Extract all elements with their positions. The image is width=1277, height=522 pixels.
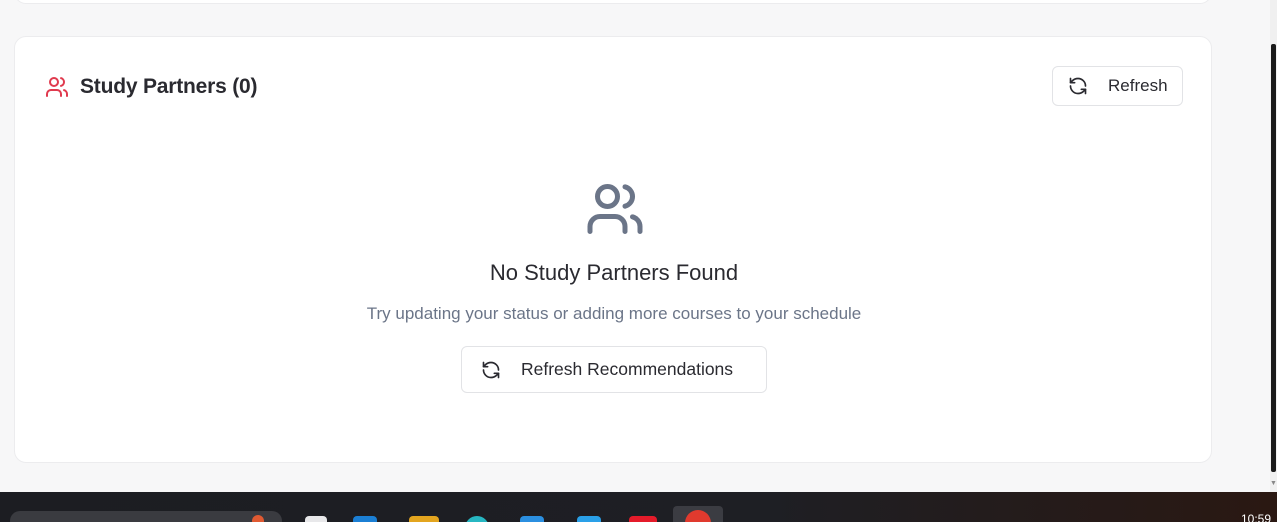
app-icon (685, 510, 711, 522)
users-icon (583, 179, 647, 239)
file-icon[interactable] (305, 516, 327, 522)
refresh-button-label: Refresh (1108, 76, 1168, 95)
card-header: Study Partners (0) (45, 75, 257, 99)
refresh-recommendations-label: Refresh Recommendations (521, 359, 734, 379)
study-partners-card: Study Partners (0) Refresh No Study Part… (14, 36, 1212, 463)
taskbar: 10:59 (0, 492, 1277, 522)
refresh-icon (482, 361, 500, 378)
refresh-recommendations-button[interactable]: Refresh Recommendations (461, 346, 767, 393)
taskbar-active-app[interactable] (673, 506, 723, 522)
search-highlight-icon (252, 515, 264, 522)
office-icon[interactable] (629, 516, 657, 522)
card-title: Study Partners (0) (80, 75, 258, 98)
taskbar-search[interactable] (10, 511, 282, 522)
empty-state-subtitle: Try updating your status or adding more … (366, 304, 862, 323)
store-icon[interactable] (520, 516, 544, 522)
edge-icon[interactable] (353, 516, 377, 522)
vertical-scrollbar[interactable]: ▼ (1270, 0, 1277, 495)
previous-card (14, 0, 1212, 4)
vscode-icon[interactable] (577, 516, 601, 522)
scroll-down-arrow-icon[interactable]: ▼ (1270, 480, 1277, 487)
refresh-icon (1069, 77, 1087, 95)
users-icon (45, 75, 69, 99)
empty-state-title: No Study Partners Found (489, 260, 739, 285)
refresh-button[interactable]: Refresh (1052, 66, 1183, 106)
folder-icon[interactable] (409, 516, 439, 522)
page: Study Partners (0) Refresh No Study Part… (0, 0, 1277, 522)
scrollbar-thumb[interactable] (1271, 44, 1276, 472)
taskbar-clock[interactable]: 10:59 (1241, 512, 1271, 522)
chrome-icon[interactable] (465, 516, 489, 522)
